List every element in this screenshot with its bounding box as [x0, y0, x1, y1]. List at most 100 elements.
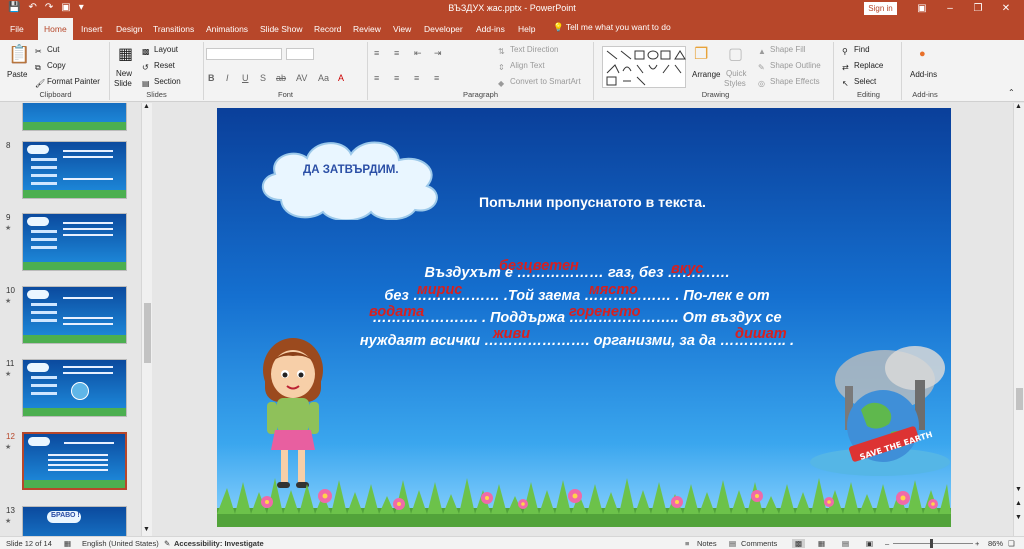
- paste-button[interactable]: Paste: [7, 70, 27, 79]
- align-text-button[interactable]: ⇕ Align Text: [498, 61, 545, 73]
- collapse-ribbon-icon[interactable]: ⌃: [1008, 88, 1015, 97]
- ribbon-display-icon[interactable]: ▣: [910, 1, 934, 17]
- tell-me-search[interactable]: 💡 Tell me what you want to do: [553, 22, 671, 33]
- tab-design[interactable]: Design: [116, 18, 142, 40]
- slide-canvas[interactable]: ДА ЗАТВЪРДИМ. Попълни пропуснатото в тек…: [217, 108, 951, 527]
- tab-animations[interactable]: Animations: [206, 18, 248, 40]
- slide-show-icon[interactable]: ▣: [866, 539, 873, 548]
- quick-styles-icon[interactable]: ▢: [728, 44, 743, 64]
- cut-button[interactable]: ✂ Cut: [35, 45, 59, 57]
- replace-button[interactable]: ⇄ Replace: [842, 61, 883, 73]
- bullets-icon[interactable]: ≡: [374, 48, 379, 58]
- font-size-dropdown[interactable]: [286, 48, 314, 60]
- bold-button[interactable]: B: [208, 73, 215, 83]
- quick-styles-button[interactable]: Quick: [726, 69, 746, 78]
- text-direction-button[interactable]: ⇅ Text Direction: [498, 45, 558, 57]
- previous-slide-icon[interactable]: ▲: [1015, 500, 1022, 507]
- shape-fill-button[interactable]: ▲ Shape Fill: [758, 45, 806, 57]
- new-slide-icon[interactable]: ▦: [118, 44, 133, 64]
- reading-view-icon[interactable]: ▤: [842, 539, 849, 548]
- find-button[interactable]: ⚲ Find: [842, 45, 870, 57]
- language-indicator[interactable]: English (United States): [82, 539, 159, 548]
- accessibility-icon[interactable]: ✎: [164, 539, 170, 548]
- align-center-icon[interactable]: ≡: [394, 73, 399, 83]
- section-button[interactable]: ▤ Section: [142, 77, 181, 89]
- shapes-gallery[interactable]: [602, 46, 686, 88]
- tab-view[interactable]: View: [393, 18, 411, 40]
- quick-styles-button-label2[interactable]: Styles: [724, 79, 746, 88]
- format-painter-button[interactable]: 🖌 Format Painter: [35, 77, 100, 89]
- align-right-icon[interactable]: ≡: [414, 73, 419, 83]
- zoom-slider-thumb[interactable]: [930, 539, 933, 548]
- arrange-button[interactable]: Arrange: [692, 70, 720, 79]
- tab-home[interactable]: Home: [38, 18, 73, 40]
- comments-button[interactable]: Comments: [741, 539, 777, 548]
- tab-file[interactable]: File: [10, 18, 24, 40]
- minimize-button[interactable]: –: [938, 1, 962, 17]
- accessibility-status[interactable]: Accessibility: Investigate: [174, 539, 264, 548]
- select-button[interactable]: ↖ Select: [842, 77, 876, 89]
- reset-button[interactable]: ↺ Reset: [142, 61, 175, 73]
- zoom-in-icon[interactable]: +: [975, 539, 979, 548]
- tab-transitions[interactable]: Transitions: [153, 18, 194, 40]
- slide-thumbnail-10[interactable]: [22, 286, 127, 344]
- slide-thumbnail-12[interactable]: [22, 432, 127, 490]
- tab-record[interactable]: Record: [314, 18, 341, 40]
- font-color-button[interactable]: A: [338, 73, 344, 83]
- slide-sorter-icon[interactable]: ▦: [818, 539, 825, 548]
- notes-button[interactable]: Notes: [697, 539, 717, 548]
- tab-developer[interactable]: Developer: [424, 18, 463, 40]
- slide-thumbnail-8[interactable]: [22, 141, 127, 199]
- underline-button[interactable]: U: [242, 73, 249, 83]
- scroll-up-icon[interactable]: ▲: [143, 103, 150, 110]
- convert-smartart-button[interactable]: ◆ Convert to SmartArt: [498, 77, 581, 89]
- tab-review[interactable]: Review: [353, 18, 381, 40]
- zoom-out-icon[interactable]: –: [885, 539, 889, 548]
- slide-thumbnail-11[interactable]: [22, 359, 127, 417]
- strikethrough-button[interactable]: ab: [276, 73, 286, 83]
- paste-icon[interactable]: 📋: [8, 44, 30, 65]
- numbering-icon[interactable]: ≡: [394, 48, 399, 58]
- addins-button[interactable]: Add-ins: [910, 70, 937, 79]
- decrease-indent-icon[interactable]: ⇤: [414, 48, 422, 59]
- maximize-button[interactable]: ❐: [966, 1, 990, 17]
- increase-indent-icon[interactable]: ⇥: [434, 48, 442, 59]
- sign-in-button[interactable]: Sign in: [864, 2, 897, 15]
- italic-button[interactable]: I: [226, 73, 229, 83]
- tab-insert[interactable]: Insert: [81, 18, 102, 40]
- tab-add-ins[interactable]: Add-ins: [476, 18, 505, 40]
- addins-icon[interactable]: ●: [919, 48, 926, 60]
- normal-view-icon[interactable]: ▩: [792, 539, 806, 548]
- shadow-button[interactable]: S: [260, 73, 266, 83]
- scroll-up-icon[interactable]: ▲: [1015, 103, 1022, 110]
- shape-effects-button[interactable]: ◎ Shape Effects: [758, 77, 820, 89]
- close-button[interactable]: ✕: [994, 1, 1018, 17]
- slide-thumbnail-9[interactable]: [22, 213, 127, 271]
- layout-button[interactable]: ▩ Layout: [142, 45, 178, 57]
- shape-outline-button[interactable]: ✎ Shape Outline: [758, 61, 821, 73]
- new-slide-button[interactable]: New: [116, 69, 132, 78]
- new-slide-button-label2[interactable]: Slide: [114, 79, 132, 88]
- editor-scroll-thumb[interactable]: [1016, 388, 1023, 410]
- spacing-button[interactable]: AV: [296, 73, 307, 83]
- editor-scrollbar[interactable]: ▲ ▼ ▲ ▼: [1013, 103, 1024, 536]
- fit-slide-icon[interactable]: ❏: [1008, 539, 1015, 548]
- tab-slide-show[interactable]: Slide Show: [260, 18, 303, 40]
- tab-help[interactable]: Help: [518, 18, 535, 40]
- zoom-slider[interactable]: [893, 543, 973, 544]
- change-case-button[interactable]: Aa: [318, 73, 329, 83]
- spellcheck-icon[interactable]: ▦: [64, 539, 71, 548]
- scroll-down-icon[interactable]: ▼: [1015, 486, 1022, 493]
- next-slide-icon[interactable]: ▼: [1015, 514, 1022, 521]
- align-left-icon[interactable]: ≡: [374, 73, 379, 83]
- slide-thumbnail-13[interactable]: БРАВО !: [22, 506, 127, 536]
- thumbnails-scrollbar[interactable]: ▲ ▼: [141, 103, 152, 536]
- copy-button[interactable]: ⧉ Copy: [35, 61, 66, 73]
- slide-thumbnails-pane[interactable]: 8 9 ★ 10 ★ 11 ★ 12 ★ 13 ★ БРАВО !: [0, 103, 152, 536]
- justify-icon[interactable]: ≡: [434, 73, 439, 83]
- notes-icon[interactable]: ≡: [685, 539, 689, 548]
- comments-icon[interactable]: ▤: [729, 539, 736, 548]
- thumbnails-scroll-thumb[interactable]: [144, 303, 151, 363]
- scroll-down-icon[interactable]: ▼: [143, 526, 150, 533]
- slide-thumbnail[interactable]: [22, 103, 127, 131]
